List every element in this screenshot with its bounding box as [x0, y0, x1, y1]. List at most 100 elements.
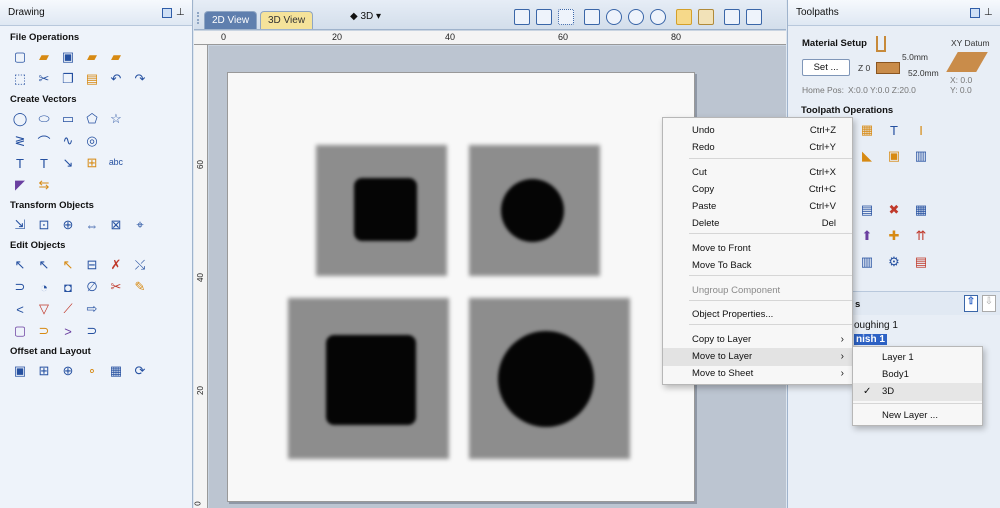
layout-icon[interactable]: [724, 9, 740, 25]
delete-toolpath-icon[interactable]: ✖: [885, 201, 903, 219]
menu-item-copy[interactable]: Copy Ctrl+C: [663, 181, 852, 199]
menu-item-ungroup-component[interactable]: Ungroup Component: [663, 282, 852, 300]
menu-item-cut[interactable]: Cut Ctrl+X: [663, 164, 852, 182]
distort-icon[interactable]: ⊠: [107, 216, 125, 234]
save-icon[interactable]: ▣: [59, 48, 77, 66]
arrow-icon[interactable]: ⇨: [83, 300, 101, 318]
texture-icon[interactable]: ▣: [885, 147, 903, 165]
text-auto-icon[interactable]: ⊞: [83, 154, 101, 172]
weld-icon[interactable]: ⊃: [11, 278, 29, 296]
center-icon[interactable]: ⌖: [131, 216, 149, 234]
grid-layout-icon[interactable]: ▦: [107, 362, 125, 380]
close-icon[interactable]: ✗: [107, 256, 125, 274]
drill-icon[interactable]: I: [912, 121, 930, 139]
text-frame-icon[interactable]: T: [35, 154, 53, 172]
tab-icon[interactable]: ⬆: [858, 227, 876, 245]
circle-icon[interactable]: ◯: [11, 110, 29, 128]
knife-icon[interactable]: ✎: [131, 278, 149, 296]
zoom-out-icon[interactable]: [628, 9, 644, 25]
ellipse-icon[interactable]: ⬭: [35, 110, 53, 128]
text-on-curve-icon[interactable]: ↘: [59, 154, 77, 172]
select-icon[interactable]: ⬚: [11, 70, 29, 88]
menu-item-undo[interactable]: Undo Ctrl+Z: [663, 122, 852, 140]
material-sheet[interactable]: [227, 72, 695, 502]
zoom-selected-icon[interactable]: [650, 9, 666, 25]
fillet-icon[interactable]: ∅: [83, 278, 101, 296]
mirror-icon[interactable]: ⇔: [83, 216, 101, 234]
join-icon[interactable]: ⊟: [83, 256, 101, 274]
nest-icon[interactable]: ⊕: [59, 362, 77, 380]
toolpath-item-finish[interactable]: nish 1: [854, 334, 887, 345]
scissors-icon[interactable]: ✂: [107, 278, 125, 296]
toolpath-item-roughing[interactable]: oughing 1: [854, 320, 898, 331]
dimension-icon[interactable]: ◤: [11, 176, 29, 194]
menu-item-object-properties[interactable]: Object Properties...: [663, 306, 852, 324]
bracket-icon[interactable]: ⊃: [35, 322, 53, 340]
spiral-icon[interactable]: ◎: [83, 132, 101, 150]
material-set-button[interactable]: Set ...: [802, 59, 850, 76]
split-view-icon[interactable]: [746, 9, 762, 25]
arc-icon[interactable]: ⌒: [35, 132, 53, 150]
moulding-icon[interactable]: ▥: [912, 147, 930, 165]
measure-icon[interactable]: ⇆: [35, 176, 53, 194]
star-icon[interactable]: ☆: [107, 110, 125, 128]
submenu-item-new-layer[interactable]: New Layer ...: [853, 407, 982, 425]
tool-db-icon[interactable]: ▥: [858, 253, 876, 271]
node-add-icon[interactable]: ↖: [35, 256, 53, 274]
roughing-icon[interactable]: ▦: [858, 121, 876, 139]
submenu-item-body1[interactable]: Body1: [853, 366, 982, 384]
vcarve-icon[interactable]: ◣: [858, 147, 876, 165]
template-icon[interactable]: ⇈: [912, 227, 930, 245]
pin-icon[interactable]: ⊥: [984, 8, 994, 18]
cut-icon[interactable]: ✂: [35, 70, 53, 88]
menu-item-copy-to-layer[interactable]: Copy to Layer ›: [663, 331, 852, 349]
line-icon[interactable]: ⟋: [59, 300, 77, 318]
move-down-icon[interactable]: ⇩: [982, 295, 996, 312]
settings-icon[interactable]: ⚙: [885, 253, 903, 271]
intersect-icon[interactable]: ◘: [59, 278, 77, 296]
tab-3d-view[interactable]: 3D View: [260, 11, 314, 29]
grid-icon[interactable]: [558, 9, 574, 25]
move-up-icon[interactable]: ⇧: [964, 295, 978, 312]
align-icon[interactable]: ⊕: [59, 216, 77, 234]
shape-black-circle-large[interactable]: [498, 331, 594, 427]
node-edit-icon[interactable]: ↖: [11, 256, 29, 274]
node-smooth-icon[interactable]: ↖: [59, 256, 77, 274]
shape-black-circle-small[interactable]: [501, 179, 564, 242]
redo-icon[interactable]: ↷: [131, 70, 149, 88]
rectangle-icon[interactable]: ▭: [59, 110, 77, 128]
wrap-icon[interactable]: ⟳: [131, 362, 149, 380]
zoom-extents-icon[interactable]: [514, 9, 530, 25]
menu-item-move-to-sheet[interactable]: Move to Sheet ›: [663, 365, 852, 383]
import-icon[interactable]: ▰: [83, 48, 101, 66]
pan-icon[interactable]: [584, 9, 600, 25]
snap-icon[interactable]: [676, 9, 692, 25]
chevron-icon[interactable]: >: [59, 322, 77, 340]
zoom-box-icon[interactable]: [536, 9, 552, 25]
menu-item-move-to-layer[interactable]: Move to Layer ›: [663, 348, 852, 366]
new-file-icon[interactable]: ▢: [11, 48, 29, 66]
menu-item-move-to-front[interactable]: Move to Front: [663, 240, 852, 258]
shape-black-square-small[interactable]: [354, 178, 417, 241]
array-icon[interactable]: ⊞: [35, 362, 53, 380]
view-mode-dropdown[interactable]: ◆ 3D ▾: [350, 11, 381, 22]
edit-toolpath-icon[interactable]: ▤: [858, 201, 876, 219]
export-icon[interactable]: ▰: [107, 48, 125, 66]
text-icon[interactable]: T: [11, 154, 29, 172]
calculate-icon[interactable]: ▦: [912, 201, 930, 219]
offset-icon[interactable]: ▣: [11, 362, 29, 380]
scale-icon[interactable]: ⊡: [35, 216, 53, 234]
undo-icon[interactable]: ↶: [107, 70, 125, 88]
copy-icon[interactable]: ❐: [59, 70, 77, 88]
datum-icon[interactable]: [946, 52, 988, 72]
float-icon[interactable]: [162, 8, 172, 18]
engrave-text-icon[interactable]: T: [885, 121, 903, 139]
curve-icon[interactable]: ∿: [59, 132, 77, 150]
submenu-item-layer-1[interactable]: Layer 1: [853, 349, 982, 367]
text-abc-icon[interactable]: ᵃᵇᶜ: [107, 154, 125, 172]
open-folder-icon[interactable]: ▰: [35, 48, 53, 66]
move-icon[interactable]: ⇲: [11, 216, 29, 234]
bracket2-icon[interactable]: ⊃: [83, 322, 101, 340]
shape-black-square-large[interactable]: [326, 335, 416, 425]
chain-icon[interactable]: ▢: [11, 322, 29, 340]
